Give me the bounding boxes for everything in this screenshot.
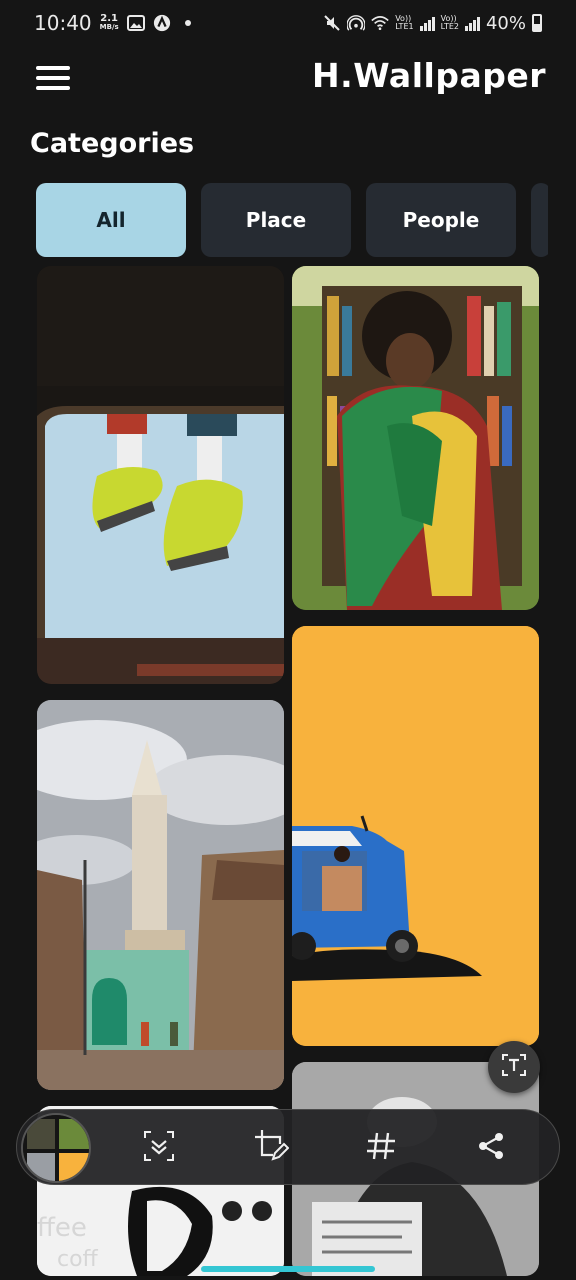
- signal-sim2-icon: [464, 15, 480, 31]
- scan-text-button[interactable]: [488, 1041, 540, 1093]
- menu-icon[interactable]: [36, 66, 70, 90]
- scan-text-icon: [501, 1052, 527, 1082]
- gallery-icon: [126, 14, 145, 32]
- wallpaper-sneakers[interactable]: [37, 266, 284, 684]
- signal-sim1-icon: [419, 15, 435, 31]
- crop-edit-icon: [253, 1128, 290, 1168]
- app-title: H.Wallpaper: [312, 56, 546, 95]
- chip-people[interactable]: People: [366, 183, 516, 257]
- edit-button[interactable]: [251, 1128, 291, 1168]
- chip-next-partial[interactable]: [531, 183, 548, 257]
- scroll-capture-icon: [142, 1129, 176, 1167]
- hashtag-icon: [365, 1130, 397, 1166]
- volte-sim1: Vo)) LTE1: [395, 14, 414, 31]
- scroll-capture-button[interactable]: [139, 1128, 179, 1168]
- volte-sim2: Vo)) LTE2: [440, 14, 459, 31]
- hotspot-icon: [347, 14, 366, 32]
- app-notification-icon: [153, 14, 171, 32]
- screenshot-toolbar: [16, 1109, 560, 1185]
- chip-place[interactable]: Place: [201, 183, 351, 257]
- wallpaper-bajaj-tuk-tuk[interactable]: [292, 626, 539, 1046]
- wallpaper-girl-with-books[interactable]: [292, 266, 539, 610]
- section-title: Categories: [30, 128, 195, 159]
- category-chips: All Place People: [36, 183, 548, 259]
- screenshot-thumbnail[interactable]: [21, 1113, 91, 1183]
- dot-icon: [179, 14, 197, 32]
- svg-text:ffee: ffee: [37, 1213, 87, 1243]
- net-speed: 2.1 MB/s: [100, 14, 119, 32]
- net-speed-value: 2.1: [100, 13, 119, 24]
- chip-all[interactable]: All: [36, 183, 186, 257]
- svg-text:coff: coff: [57, 1247, 99, 1272]
- tag-button[interactable]: [361, 1128, 401, 1168]
- net-speed-unit: MB/s: [99, 23, 119, 31]
- share-icon: [476, 1131, 506, 1165]
- wifi-icon: [371, 14, 389, 32]
- home-indicator[interactable]: [201, 1266, 375, 1272]
- battery-icon: [532, 14, 542, 32]
- status-bar: 10:40 2.1 MB/s Vo)) LTE1 Vo)) LTE2 40%: [0, 0, 576, 46]
- wallpaper-harar-minaret[interactable]: [37, 700, 284, 1090]
- share-button[interactable]: [471, 1128, 511, 1168]
- battery-percent: 40%: [485, 12, 526, 34]
- mute-icon: [323, 14, 341, 32]
- status-time: 10:40: [34, 11, 92, 35]
